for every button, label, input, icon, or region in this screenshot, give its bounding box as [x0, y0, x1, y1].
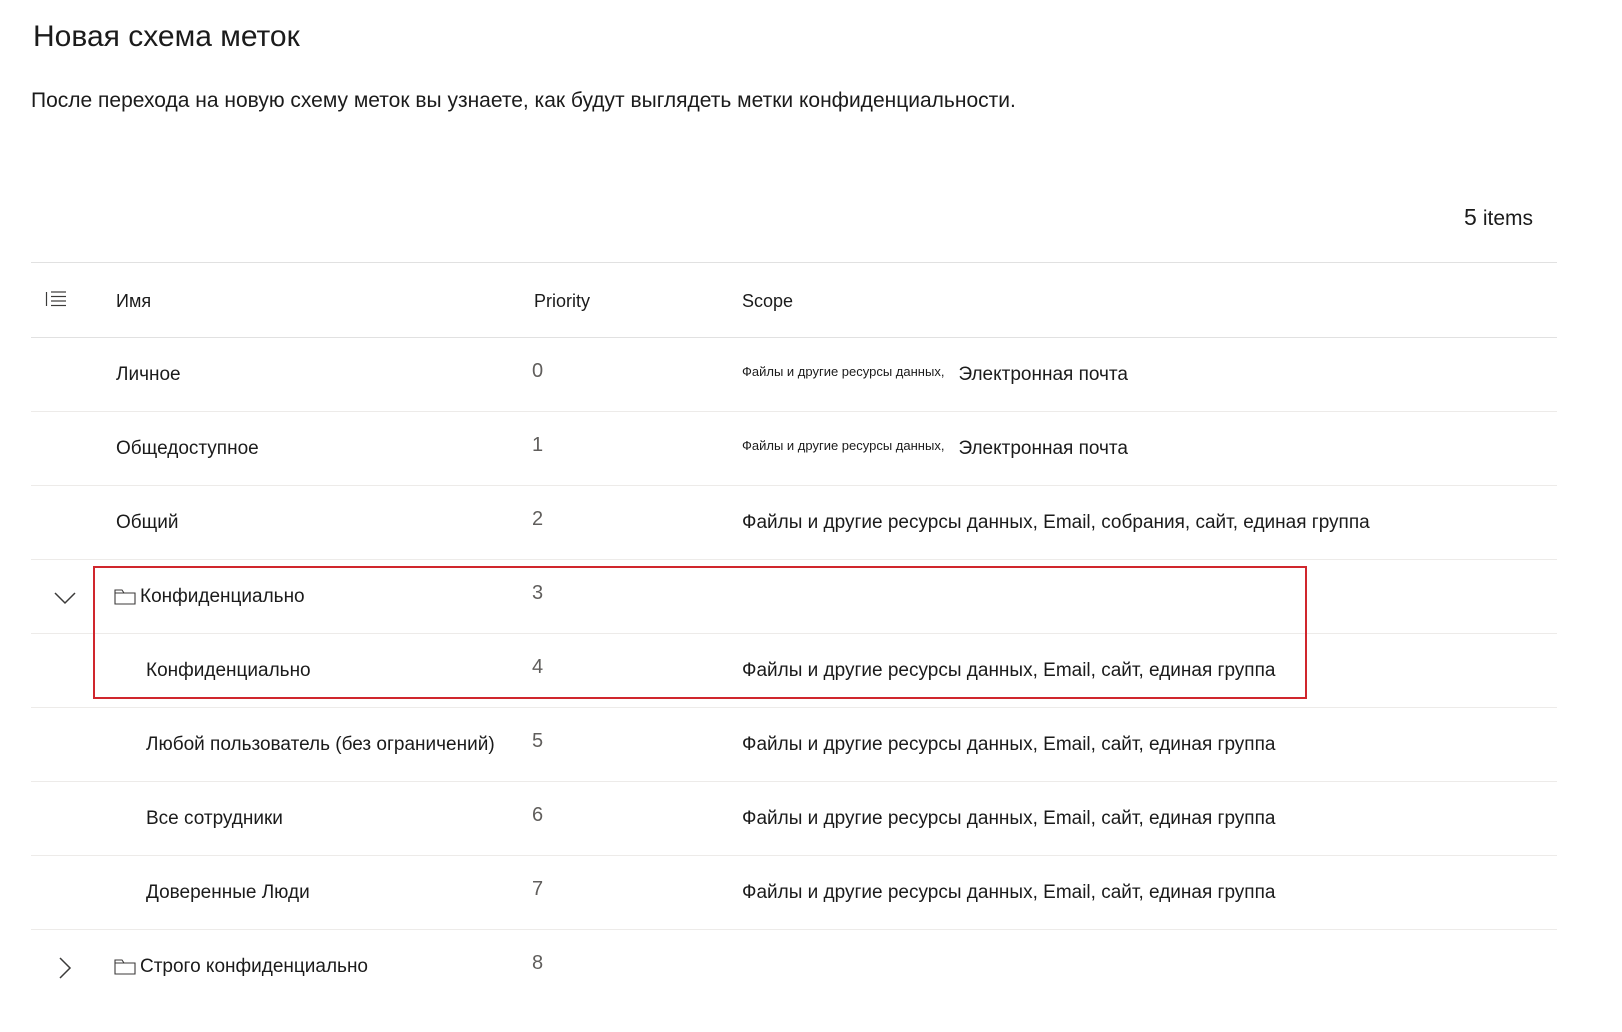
label-priority: 0	[532, 360, 544, 382]
label-priority: 3	[532, 582, 544, 604]
label-scope: Файлы и другие ресурсы данных, Email, со…	[742, 512, 1370, 533]
table-row[interactable]: Общедоступное 1 Файлы и другие ресурсы д…	[31, 412, 1557, 486]
table-row[interactable]: Конфиденциально 4 Файлы и другие ресурсы…	[31, 634, 1557, 708]
label-priority: 8	[532, 952, 544, 974]
scope-text: Электронная почта	[958, 438, 1128, 459]
label-name: Строго конфиденциально	[140, 956, 368, 977]
label-group-name: Строго конфиденциально	[114, 956, 368, 978]
label-priority: 1	[532, 434, 544, 456]
label-priority: 2	[532, 508, 544, 530]
page-description: После перехода на новую схему меток вы у…	[31, 89, 1016, 112]
label-priority: 5	[532, 730, 544, 752]
label-scope: Файлы и другие ресурсы данных, Электронна…	[742, 364, 1128, 386]
label-group-name: Конфиденциально	[114, 586, 305, 608]
label-name: Конфиденциально	[146, 660, 311, 681]
chevron-down-icon[interactable]	[53, 586, 77, 610]
label-scope: Файлы и другие ресурсы данных, Электронна…	[742, 438, 1128, 460]
label-name: Любой пользователь (без ограничений)	[146, 734, 495, 755]
folder-icon	[114, 959, 136, 975]
label-priority: 7	[532, 878, 544, 900]
column-header-name[interactable]: Имя	[116, 291, 151, 312]
table-row[interactable]: Общий 2 Файлы и другие ресурсы данных, E…	[31, 486, 1557, 560]
label-scope: Файлы и другие ресурсы данных, Email, са…	[742, 734, 1276, 755]
label-priority: 4	[532, 656, 544, 678]
table-row-group[interactable]: Конфиденциально 3	[31, 560, 1557, 634]
list-icon[interactable]	[45, 290, 67, 308]
column-header-scope[interactable]: Scope	[742, 291, 793, 312]
chevron-right-icon[interactable]	[53, 956, 77, 980]
table-row-group[interactable]: Строго конфиденциально 8	[31, 930, 1557, 1003]
scope-small-text: Файлы и другие ресурсы данных,	[742, 364, 945, 379]
label-name: Доверенные Люди	[146, 882, 310, 903]
page-title: Новая схема меток	[33, 20, 300, 53]
labels-table: Имя Priority Scope Личное 0 Файлы и друг…	[31, 262, 1557, 1003]
table-row[interactable]: Все сотрудники 6 Файлы и другие ресурсы …	[31, 782, 1557, 856]
scope-small-text: Файлы и другие ресурсы данных,	[742, 438, 945, 453]
label-name: Все сотрудники	[146, 808, 283, 829]
label-name: Общий	[116, 512, 179, 533]
label-scope: Файлы и другие ресурсы данных, Email, са…	[742, 808, 1276, 829]
table-row[interactable]: Любой пользователь (без ограничений) 5 Ф…	[31, 708, 1557, 782]
table-row[interactable]: Личное 0 Файлы и другие ресурсы данных, Э…	[31, 338, 1557, 412]
label-scope: Файлы и другие ресурсы данных, Email, са…	[742, 882, 1276, 903]
items-count: 5 items	[1464, 204, 1533, 231]
items-count-number: 5	[1464, 204, 1477, 230]
column-header-priority[interactable]: Priority	[534, 291, 590, 312]
folder-icon	[114, 589, 136, 605]
label-priority: 6	[532, 804, 544, 826]
table-header: Имя Priority Scope	[31, 262, 1557, 338]
label-name: Личное	[116, 364, 181, 385]
table-row[interactable]: Доверенные Люди 7 Файлы и другие ресурсы…	[31, 856, 1557, 930]
items-count-label: items	[1482, 207, 1533, 230]
label-name: Конфиденциально	[140, 586, 305, 607]
label-scope: Файлы и другие ресурсы данных, Email, са…	[742, 660, 1276, 681]
label-name: Общедоступное	[116, 438, 259, 459]
scope-text: Электронная почта	[958, 364, 1128, 385]
